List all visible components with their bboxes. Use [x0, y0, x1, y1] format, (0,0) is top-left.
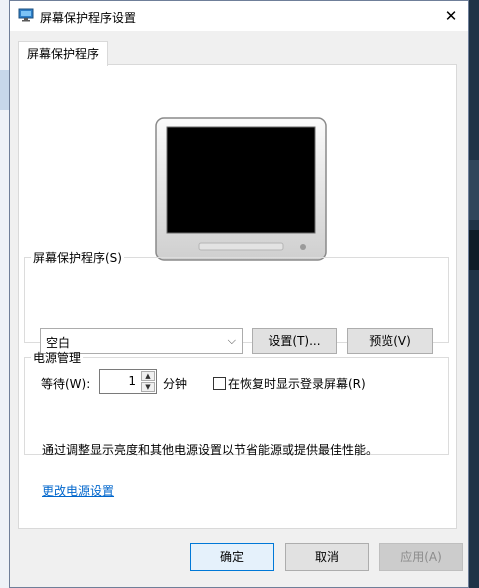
cancel-button[interactable]: 取消 — [285, 543, 369, 571]
monitor-preview — [155, 117, 327, 261]
tab-screensaver[interactable]: 屏幕保护程序 — [18, 41, 109, 66]
ok-button[interactable]: 确定 — [190, 543, 274, 571]
apply-button[interactable]: 应用(A) — [379, 543, 463, 571]
power-group: 电源管理 — [24, 349, 449, 455]
screensaver-group-label: 屏幕保护程序(S) — [33, 251, 122, 265]
window-title: 屏幕保护程序设置 — [40, 11, 137, 25]
screensaver-settings-dialog: 屏幕保护程序设置 ✕ 屏幕保护程序 屏幕保护程序(S) 空白 ⌵ 设置(T)..… — [9, 0, 469, 588]
background-right-window — [469, 0, 479, 588]
close-button[interactable]: ✕ — [434, 1, 468, 31]
screen-saver-icon — [18, 8, 34, 22]
chevron-down-icon: ⌵ — [227, 334, 236, 347]
power-description: 通过调整显示亮度和其他电源设置以节省能源或提供最佳性能。 — [42, 443, 379, 457]
close-icon: ✕ — [444, 7, 458, 25]
title-bar[interactable]: 屏幕保护程序设置 ✕ — [10, 1, 468, 31]
change-power-settings-link[interactable]: 更改电源设置 — [42, 482, 114, 499]
power-group-label: 电源管理 — [33, 351, 82, 365]
